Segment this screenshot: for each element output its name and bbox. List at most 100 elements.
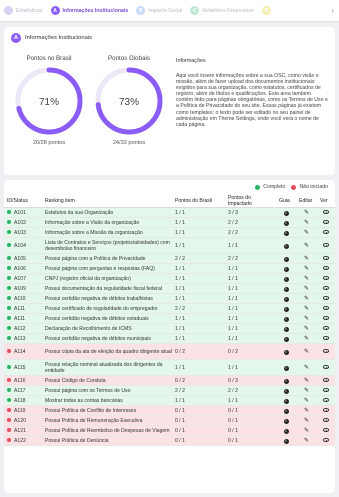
info-icon[interactable]: i: [283, 306, 289, 312]
info-icon[interactable]: i: [283, 398, 289, 404]
cell-editar: ✎: [296, 405, 317, 416]
pencil-icon[interactable]: ✎: [304, 388, 309, 394]
row-id: A103: [14, 229, 26, 236]
cell-ver: [317, 253, 335, 264]
pencil-icon[interactable]: ✎: [304, 398, 309, 404]
pencil-icon[interactable]: ✎: [304, 336, 309, 342]
cell-guia: i: [276, 333, 296, 344]
info-icon[interactable]: i: [283, 230, 289, 236]
cell-id-status: A116: [4, 375, 42, 386]
info-icon[interactable]: i: [283, 336, 289, 342]
pencil-icon[interactable]: ✎: [304, 230, 309, 236]
pencil-icon[interactable]: ✎: [304, 210, 309, 216]
cell-pontos-brasil: 1 / 1: [172, 263, 225, 274]
cell-id-status: A121: [4, 425, 42, 436]
row-id: A111: [14, 305, 26, 312]
cell-id-status: A103: [4, 227, 42, 238]
cell-editar: ✎: [296, 385, 317, 396]
eye-icon[interactable]: [323, 398, 329, 402]
pencil-icon[interactable]: ✎: [304, 243, 309, 249]
pencil-icon[interactable]: ✎: [304, 408, 309, 414]
status-dot: [7, 220, 11, 225]
eye-icon[interactable]: [323, 388, 329, 392]
tab-3[interactable]: C Relatórios Financeiros: [190, 0, 254, 22]
info-icon[interactable]: i: [283, 418, 289, 424]
pencil-icon[interactable]: ✎: [304, 428, 309, 434]
cell-editar: ✎: [296, 237, 317, 254]
info-icon[interactable]: i: [283, 243, 289, 249]
pencil-icon[interactable]: ✎: [304, 326, 309, 332]
info-icon[interactable]: i: [283, 378, 289, 384]
status-dot: [7, 398, 11, 403]
tabs-next-chevron-icon[interactable]: ›: [331, 6, 334, 15]
eye-icon[interactable]: [323, 316, 329, 320]
info-icon[interactable]: i: [283, 276, 289, 282]
eye-icon[interactable]: [323, 276, 329, 280]
tab-4[interactable]: D: [261, 0, 274, 22]
info-icon[interactable]: i: [283, 286, 289, 292]
row-id: A109: [14, 285, 26, 292]
cell-guia: i: [276, 227, 296, 238]
cell-editar: ✎: [296, 283, 317, 294]
eye-icon[interactable]: [323, 418, 329, 422]
eye-icon[interactable]: [323, 243, 329, 247]
eye-icon[interactable]: [323, 306, 329, 310]
pencil-icon[interactable]: ✎: [304, 286, 309, 292]
info-icon[interactable]: i: [283, 316, 289, 322]
pencil-icon[interactable]: ✎: [304, 365, 309, 371]
info-icon[interactable]: i: [283, 388, 289, 394]
eye-icon[interactable]: [323, 365, 329, 369]
eye-icon[interactable]: [323, 286, 329, 290]
pencil-icon[interactable]: ✎: [304, 220, 309, 226]
info-icon[interactable]: i: [283, 296, 289, 302]
pencil-icon[interactable]: ✎: [304, 296, 309, 302]
info-icon[interactable]: i: [283, 438, 289, 444]
pencil-icon[interactable]: ✎: [304, 266, 309, 272]
cell-pontos-impactado: 1 / 1: [225, 333, 276, 344]
eye-icon[interactable]: [323, 296, 329, 300]
info-icon[interactable]: i: [283, 210, 289, 216]
pencil-icon[interactable]: ✎: [304, 349, 309, 355]
col-id-status: ID/Status: [4, 195, 42, 208]
eye-icon[interactable]: [323, 428, 329, 432]
eye-icon[interactable]: [323, 266, 329, 270]
info-icon[interactable]: i: [283, 256, 289, 262]
cell-editar: ✎: [296, 273, 317, 284]
eye-icon[interactable]: [323, 378, 329, 382]
eye-icon[interactable]: [323, 220, 329, 224]
eye-icon[interactable]: [323, 408, 329, 412]
info-icon[interactable]: i: [283, 326, 289, 332]
pencil-icon[interactable]: ✎: [304, 438, 309, 444]
eye-icon[interactable]: [323, 438, 329, 442]
eye-icon[interactable]: [323, 349, 329, 353]
eye-icon[interactable]: [323, 210, 329, 214]
pencil-icon[interactable]: ✎: [304, 378, 309, 384]
info-icon[interactable]: i: [283, 428, 289, 434]
pencil-icon[interactable]: ✎: [304, 418, 309, 424]
pencil-icon[interactable]: ✎: [304, 316, 309, 322]
tab-1[interactable]: A Informações Institucionais: [50, 0, 128, 22]
eye-icon[interactable]: [323, 326, 329, 330]
pencil-icon[interactable]: ✎: [304, 306, 309, 312]
info-icon[interactable]: i: [283, 408, 289, 414]
status-dot: [7, 230, 11, 235]
cell-ver: [317, 273, 335, 284]
eye-icon[interactable]: [323, 336, 329, 340]
eye-icon[interactable]: [323, 256, 329, 260]
eye-icon[interactable]: [323, 230, 329, 234]
table-row: A119 Possui Política de Conflito de Inter…: [4, 405, 335, 416]
cell-pontos-impactado: 1 / 1: [225, 273, 276, 284]
info-icon[interactable]: i: [283, 266, 289, 272]
pencil-icon[interactable]: ✎: [304, 276, 309, 282]
cell-id-status: A113: [4, 333, 42, 344]
gauge-global-percent: 73%: [119, 97, 139, 108]
tab-0[interactable]: Estatísticas: [4, 0, 43, 22]
cell-pontos-brasil: 1 / 1: [172, 323, 225, 334]
info-icon[interactable]: i: [283, 220, 289, 226]
cell-id-status: A104: [4, 237, 42, 254]
info-icon[interactable]: i: [283, 349, 289, 355]
info-icon[interactable]: i: [283, 365, 289, 371]
tab-2[interactable]: B Impacto Social: [136, 0, 182, 22]
pencil-icon[interactable]: ✎: [304, 256, 309, 262]
status-dot: [7, 438, 11, 443]
